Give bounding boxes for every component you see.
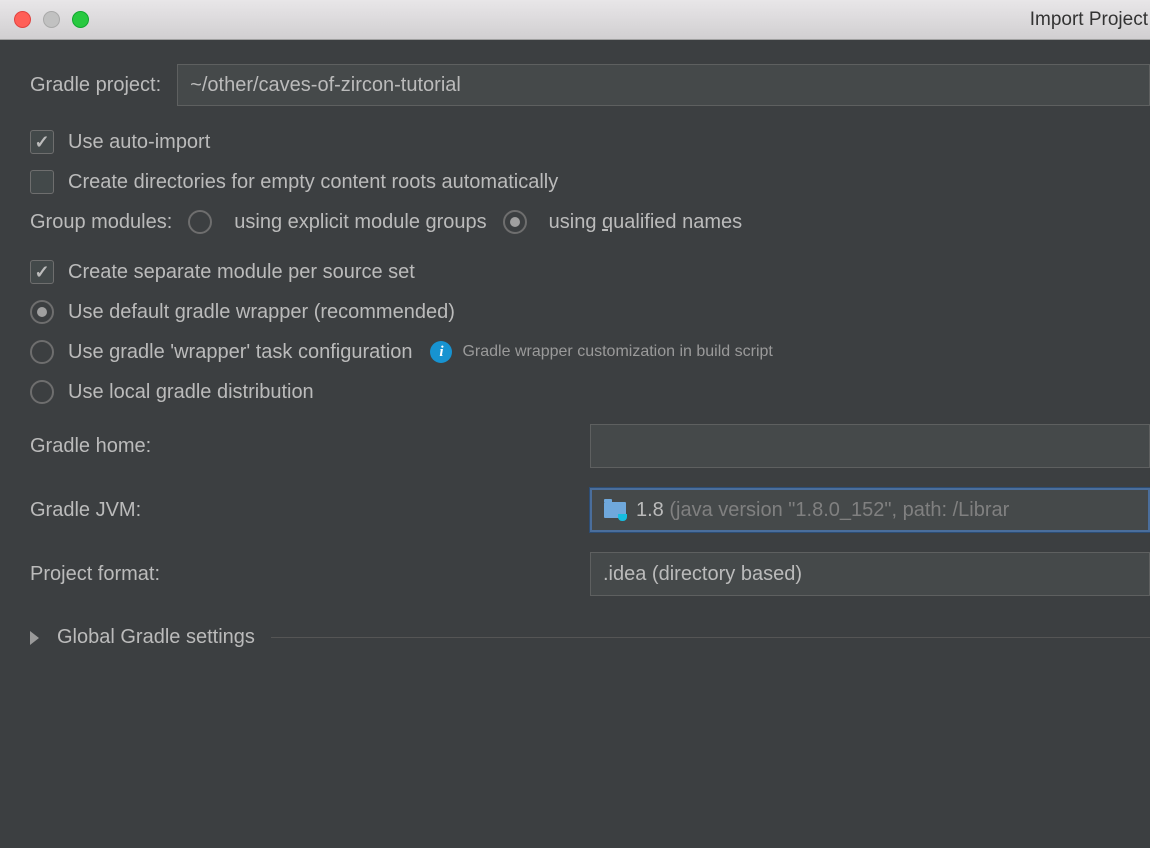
wrapper-local-radio[interactable] (30, 380, 54, 404)
expand-icon[interactable] (30, 631, 39, 645)
wrapper-task-label: Use gradle 'wrapper' task configuration (68, 341, 412, 364)
minimize-button[interactable] (43, 11, 60, 28)
traffic-lights (0, 11, 89, 28)
close-button[interactable] (14, 11, 31, 28)
window-title: Import Project (1030, 0, 1150, 40)
jdk-folder-icon (604, 502, 626, 518)
wrapper-default-label: Use default gradle wrapper (recommended) (68, 301, 455, 324)
gradle-jvm-select[interactable]: 1.8 (java version "1.8.0_152", path: /Li… (590, 488, 1150, 532)
auto-import-label: Use auto-import (68, 131, 210, 154)
titlebar: Import Project (0, 0, 1150, 40)
separate-module-label: Create separate module per source set (68, 261, 415, 284)
auto-import-checkbox[interactable] (30, 130, 54, 154)
separate-module-checkbox[interactable] (30, 260, 54, 284)
wrapper-default-row[interactable]: Use default gradle wrapper (recommended) (30, 300, 1150, 324)
gradle-home-row: Gradle home: (30, 424, 1150, 468)
dialog-content: Gradle project: Use auto-import Create d… (0, 40, 1150, 649)
create-dirs-row[interactable]: Create directories for empty content roo… (30, 170, 1150, 194)
wrapper-task-radio[interactable] (30, 340, 54, 364)
separate-module-row[interactable]: Create separate module per source set (30, 260, 1150, 284)
group-qualified-radio[interactable] (503, 210, 527, 234)
gradle-jvm-row: Gradle JVM: 1.8 (java version "1.8.0_152… (30, 488, 1150, 532)
gradle-home-label: Gradle home: (30, 435, 590, 458)
gradle-home-input[interactable] (590, 424, 1150, 468)
wrapper-local-row[interactable]: Use local gradle distribution (30, 380, 1150, 404)
wrapper-task-hint: Gradle wrapper customization in build sc… (462, 343, 772, 361)
group-explicit-radio[interactable] (188, 210, 212, 234)
wrapper-default-radio[interactable] (30, 300, 54, 324)
gradle-project-row: Gradle project: (30, 64, 1150, 106)
global-gradle-label: Global Gradle settings (57, 626, 255, 649)
project-format-label: Project format: (30, 563, 590, 586)
gradle-project-input[interactable] (177, 64, 1150, 106)
group-qualified-label: using qualified names (549, 211, 742, 234)
project-format-value: .idea (directory based) (603, 563, 802, 586)
gradle-project-label: Gradle project: (30, 74, 161, 97)
separator-line (271, 637, 1150, 638)
group-modules-row: Group modules: using explicit module gro… (30, 210, 1150, 234)
project-format-select[interactable]: .idea (directory based) (590, 552, 1150, 596)
gradle-jvm-value: 1.8 (java version "1.8.0_152", path: /Li… (636, 499, 1009, 522)
global-gradle-section[interactable]: Global Gradle settings (30, 626, 1150, 649)
wrapper-task-row[interactable]: Use gradle 'wrapper' task configuration … (30, 340, 1150, 364)
gradle-jvm-label: Gradle JVM: (30, 499, 590, 522)
group-modules-label: Group modules: (30, 211, 172, 234)
create-dirs-checkbox[interactable] (30, 170, 54, 194)
group-explicit-label: using explicit module groups (234, 211, 486, 234)
info-icon: i (430, 341, 452, 363)
project-format-row: Project format: .idea (directory based) (30, 552, 1150, 596)
wrapper-local-label: Use local gradle distribution (68, 381, 314, 404)
maximize-button[interactable] (72, 11, 89, 28)
auto-import-row[interactable]: Use auto-import (30, 130, 1150, 154)
create-dirs-label: Create directories for empty content roo… (68, 171, 558, 194)
